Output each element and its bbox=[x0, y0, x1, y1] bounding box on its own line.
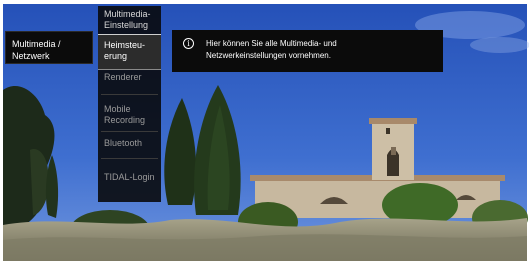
tooltip-line2: Netzwerkeinstellungen vornehmen. bbox=[206, 51, 331, 60]
info-tooltip: i Hier können Sie alle Multimedia- und N… bbox=[172, 30, 443, 72]
menu-item-label-line2: Recording bbox=[104, 115, 146, 125]
multimedia-settings-menu: Multimedia- Einstellung Heimsteu- erung … bbox=[98, 6, 161, 202]
menu-item-label-line1: Mobile bbox=[104, 104, 131, 114]
menu-item-label: Bluetooth bbox=[104, 138, 143, 148]
menu-item-mobile-recording[interactable]: Mobile Recording bbox=[98, 104, 161, 130]
info-icon: i bbox=[183, 38, 194, 49]
tv-settings-screen: Multimedia / Netzwerk Multimedia- Einste… bbox=[0, 0, 529, 264]
menu-header-line1: Multimedia- bbox=[104, 9, 151, 19]
menu-item-label: TIDAL-Login bbox=[104, 172, 155, 182]
tooltip-line1: Hier können Sie alle Multimedia- und bbox=[206, 39, 337, 48]
category-multimedia-network[interactable]: Multimedia / Netzwerk bbox=[5, 31, 93, 64]
category-label-line1: Multimedia / bbox=[12, 39, 61, 49]
menu-item-label-line2: erung bbox=[104, 51, 128, 61]
menu-item-label: Renderer bbox=[104, 72, 142, 82]
menu-divider bbox=[101, 94, 158, 95]
category-label-line2: Netzwerk bbox=[12, 51, 50, 61]
menu-item-label-line1: Heimsteu- bbox=[104, 40, 146, 50]
menu-item-bluetooth[interactable]: Bluetooth bbox=[98, 138, 161, 152]
menu-header-line2: Einstellung bbox=[104, 20, 149, 30]
menu-item-renderer[interactable]: Renderer bbox=[98, 72, 161, 92]
menu-header: Multimedia- Einstellung bbox=[104, 9, 160, 34]
menu-item-heimsteuerung[interactable]: Heimsteu- erung bbox=[98, 34, 161, 70]
menu-divider bbox=[101, 158, 158, 159]
menu-item-tidal-login[interactable]: TIDAL-Login bbox=[98, 172, 161, 186]
tooltip-text: Hier können Sie alle Multimedia- und Net… bbox=[206, 38, 436, 62]
menu-divider bbox=[101, 131, 158, 132]
